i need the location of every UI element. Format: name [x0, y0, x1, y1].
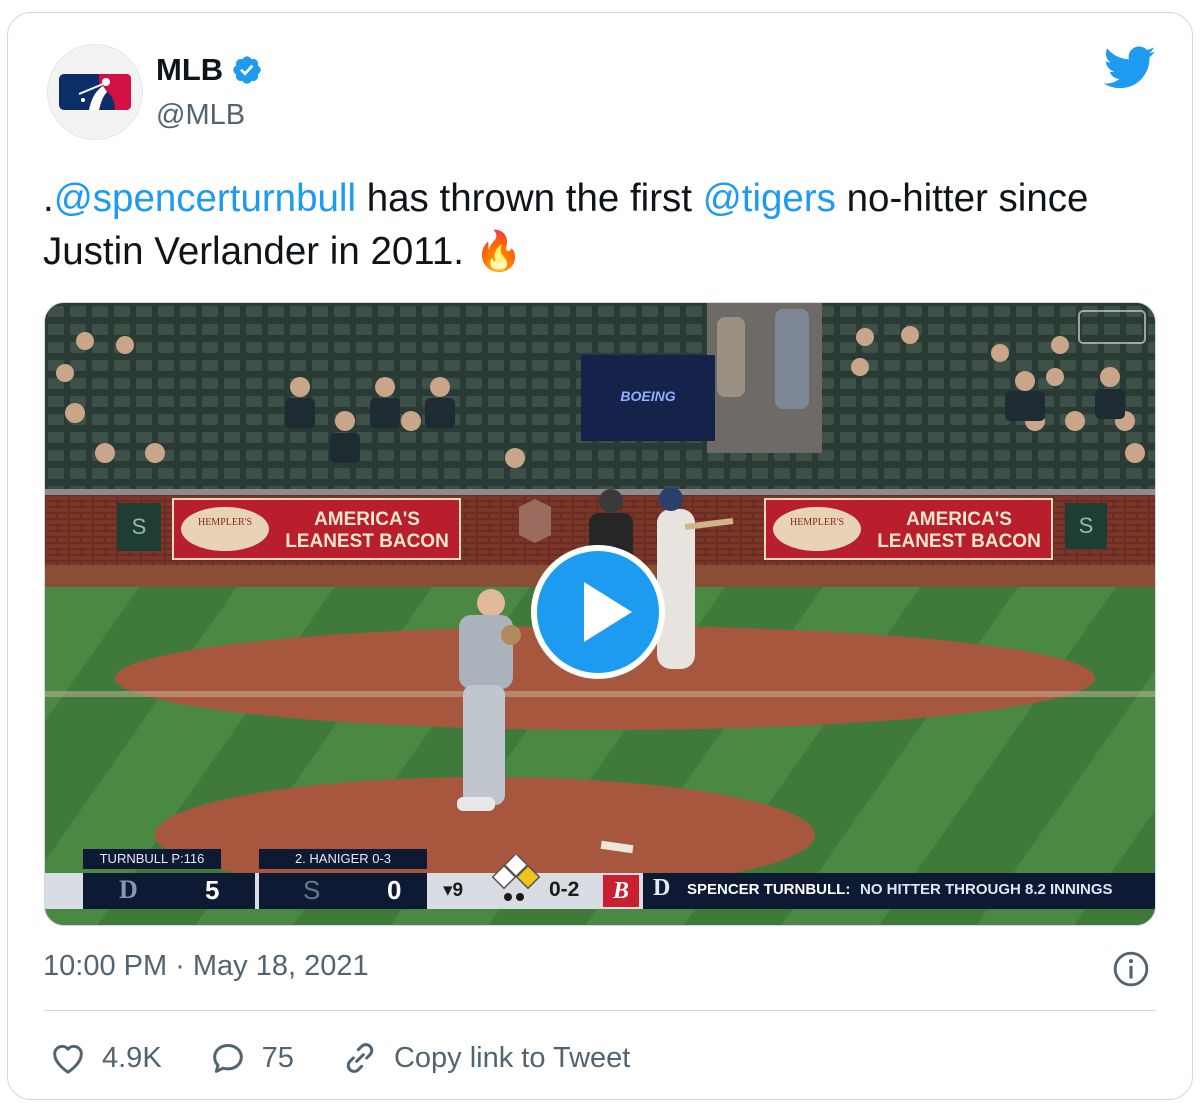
account-handle[interactable]: @MLB: [156, 99, 245, 132]
reply-button[interactable]: 75: [208, 1038, 294, 1078]
mention-spencerturnbull[interactable]: @spencerturnbull: [54, 177, 356, 220]
mention-tigers[interactable]: @tigers: [703, 177, 836, 220]
divider: [44, 1010, 1156, 1011]
tweet-text-middle: has thrown the first: [356, 177, 703, 220]
play-icon[interactable]: [528, 542, 668, 682]
batter-label: 2. HANIGER 0-3: [259, 849, 427, 869]
tweet-text-prefix: .: [43, 177, 54, 220]
billboard-brand-right: HEMPLER'S: [790, 517, 844, 528]
tigers-logo-icon: D: [119, 875, 138, 904]
tweet-timestamp[interactable]: 10:00 PM · May 18, 2021: [43, 950, 369, 983]
home-score: 0: [387, 875, 402, 905]
reply-icon: [212, 1044, 243, 1073]
like-count: 4.9K: [102, 1041, 162, 1074]
account-name-row[interactable]: MLB: [156, 52, 263, 88]
video-player[interactable]: BOEING S S HEMPLER'S AMERICA'S LEANEST B…: [44, 302, 1156, 926]
avatar[interactable]: [47, 44, 143, 140]
like-button[interactable]: 4.9K: [48, 1038, 162, 1078]
banner-name: SPENCER TURNBULL:: [687, 881, 851, 898]
away-score: 5: [205, 875, 220, 905]
sponsor-boeing: BOEING: [620, 388, 675, 404]
svg-text:S: S: [132, 514, 147, 539]
action-bar: 4.9K 75 Copy link to Tweet: [48, 1036, 676, 1080]
verified-badge-icon: [233, 56, 261, 84]
billboard-brand-left: HEMPLER'S: [198, 517, 252, 528]
heart-icon: [53, 1044, 83, 1074]
reply-count: 75: [261, 1041, 294, 1074]
svg-text:S: S: [1079, 513, 1094, 538]
account-name[interactable]: MLB: [156, 52, 223, 88]
billboard-line1-right: AMERICA'S: [906, 509, 1012, 530]
link-icon: [346, 1043, 374, 1073]
scorebug: TURNBULL P:116 2. HANIGER 0-3 D 5 S 0 ▾9…: [45, 847, 1155, 911]
mariners-logo-icon: S: [303, 875, 321, 905]
ball-strike-count: 0-2: [549, 878, 580, 901]
pitcher-label: TURNBULL P:116: [83, 849, 221, 869]
copy-link-button[interactable]: Copy link to Tweet: [340, 1038, 630, 1078]
billboard-line2-left: LEANEST BACON: [285, 531, 449, 552]
tweet-text: .@spencerturnbull has thrown the first @…: [43, 172, 1163, 278]
copy-link-label: Copy link to Tweet: [393, 1041, 631, 1074]
banner-text: NO HITTER THROUGH 8.2 INNINGS: [860, 881, 1113, 898]
billboard-line2-right: LEANEST BACON: [877, 531, 1041, 552]
twitter-bird-icon[interactable]: [1104, 46, 1156, 90]
sponsor-logo-icon: B: [603, 875, 639, 907]
info-icon[interactable]: [1112, 950, 1150, 988]
bases-icon: [491, 855, 541, 901]
billboard-line1-left: AMERICA'S: [314, 509, 420, 530]
mlb-logo-icon: [59, 74, 131, 110]
fire-emoji: 🔥: [474, 230, 523, 273]
tigers-banner-logo-icon: D: [653, 875, 671, 901]
inning-indicator: ▾9: [443, 880, 464, 901]
